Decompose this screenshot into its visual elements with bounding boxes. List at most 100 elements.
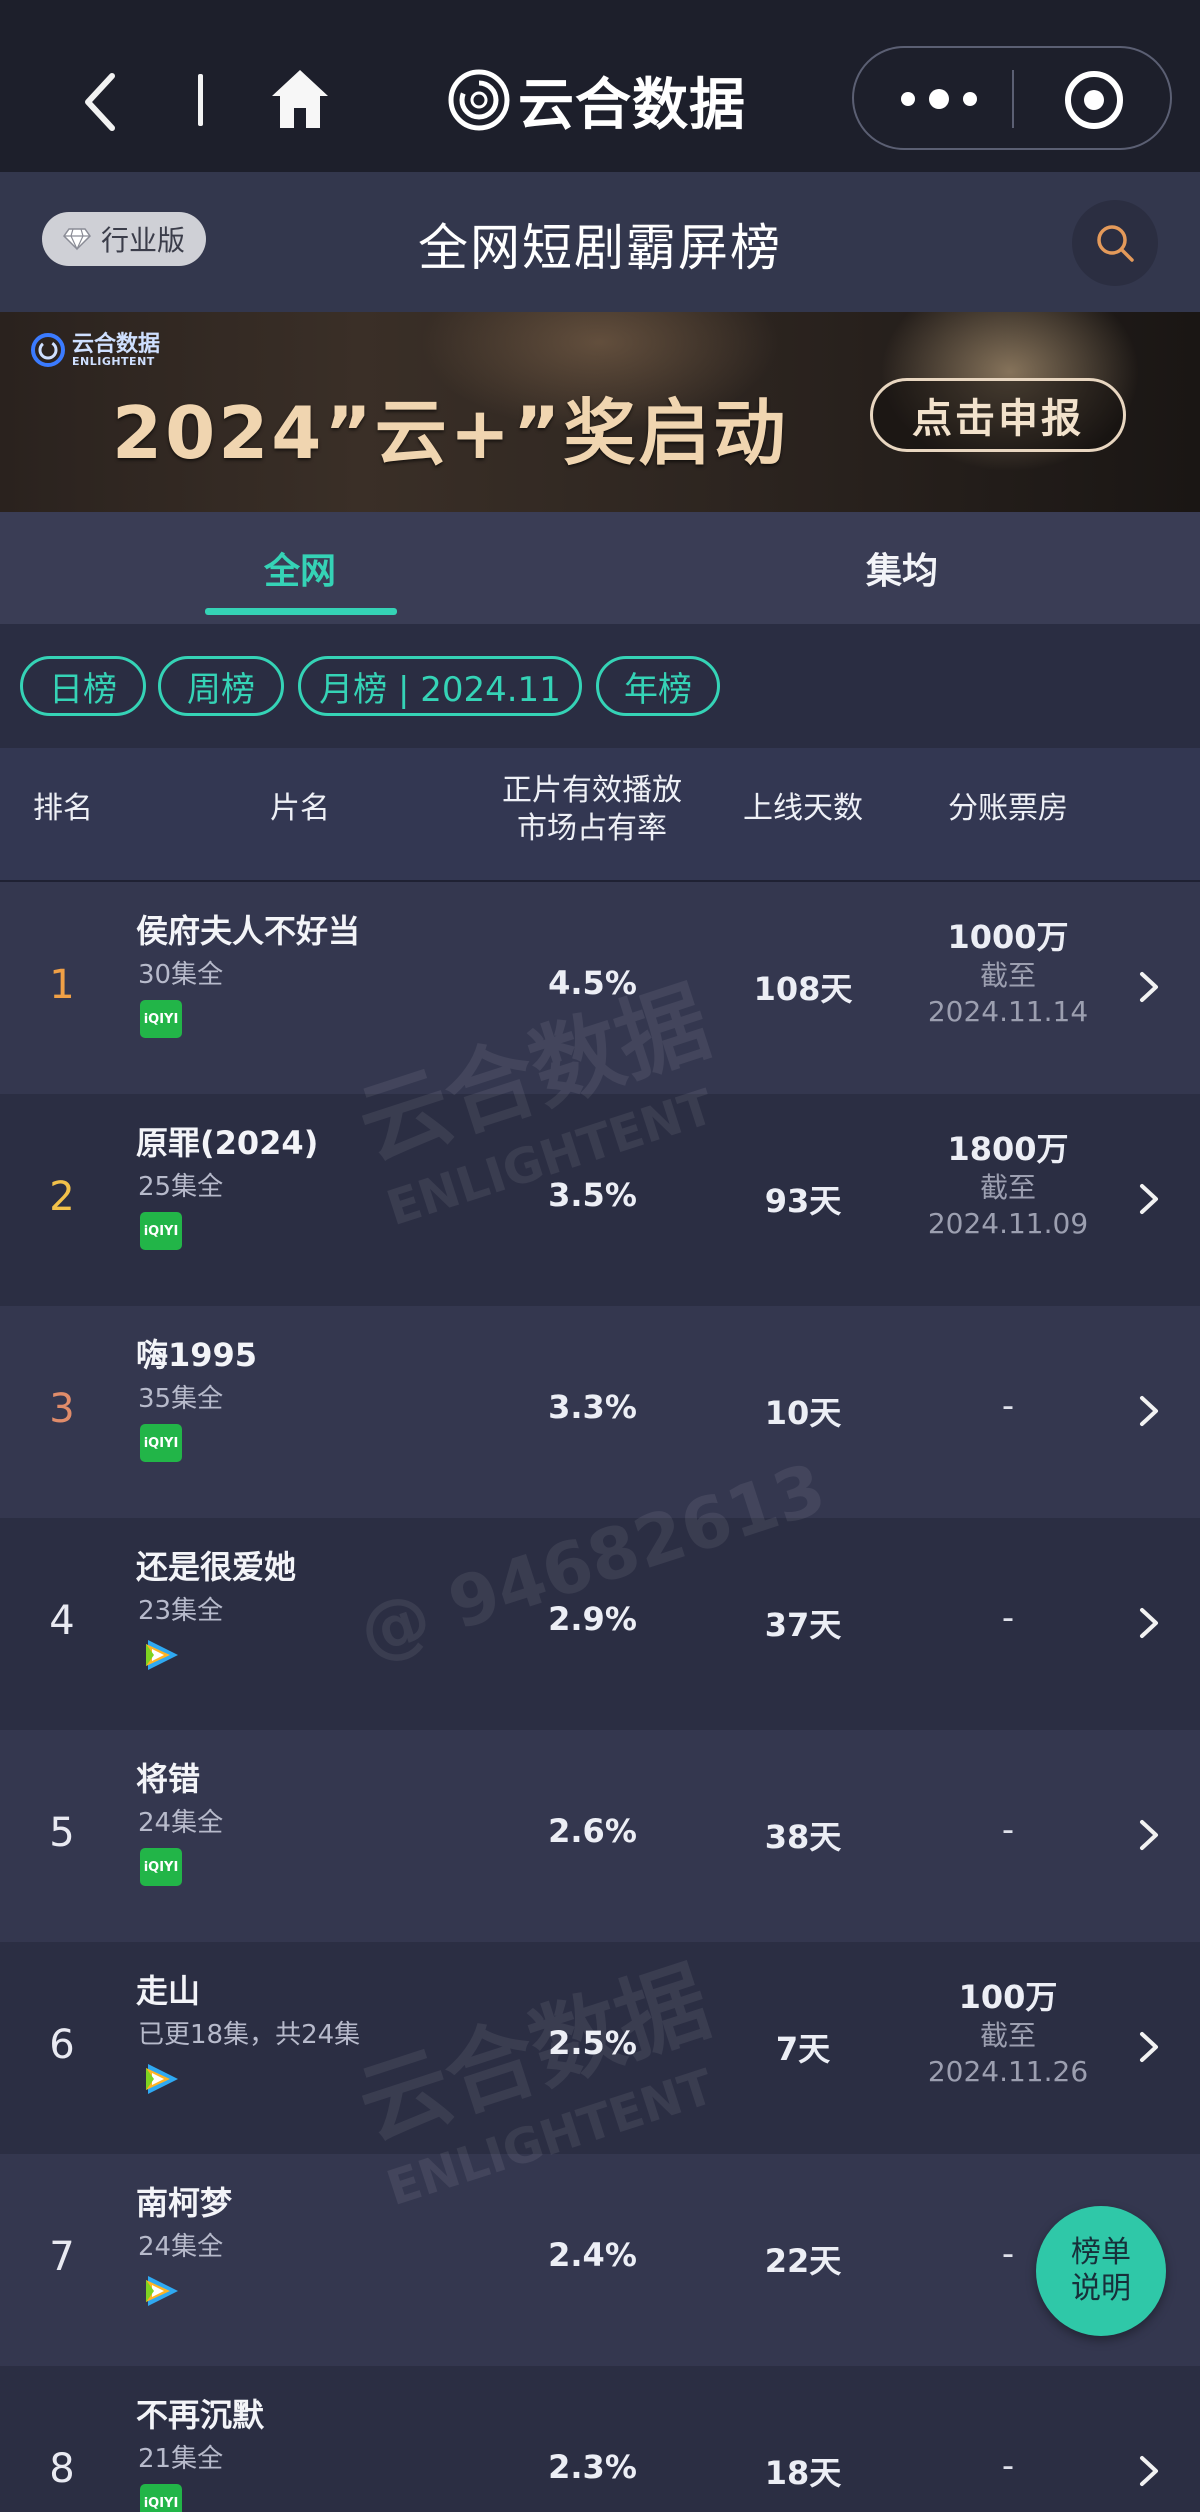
table-row[interactable]: 3 嗨1995 35集全 iQIYI 3.3% 10天 - bbox=[0, 1306, 1200, 1518]
brand: 云合数据 bbox=[448, 60, 746, 140]
ranking-tabs: 全网 集均 bbox=[0, 512, 1200, 624]
tab-all-network[interactable]: 全网 bbox=[264, 542, 336, 594]
apply-button[interactable]: 点击申报 bbox=[870, 378, 1126, 452]
episode-count: 24集全 bbox=[138, 1808, 224, 1838]
table-row[interactable]: 2 原罪(2024) 25集全 iQIYI 3.5% 93天 1800万 截至 … bbox=[0, 1094, 1200, 1306]
back-arrow-icon[interactable] bbox=[72, 62, 128, 142]
box-office-as-of: 截至 bbox=[979, 2019, 1036, 2052]
filter-yearly[interactable]: 年榜 bbox=[596, 656, 720, 716]
chevron-right-icon[interactable] bbox=[1136, 1810, 1162, 1860]
tencent-video-icon bbox=[146, 2276, 178, 2306]
rank-number: 4 bbox=[49, 1598, 75, 1644]
days-online: 18天 bbox=[764, 2454, 842, 2492]
ranking-explanation-button[interactable]: 榜单 说明 bbox=[1036, 2206, 1166, 2336]
drama-title: 走山 bbox=[136, 1972, 201, 2010]
period-filters: 日榜 周榜 月榜 | 2024.11 年榜 bbox=[0, 624, 1200, 748]
chevron-right-icon[interactable] bbox=[1136, 1598, 1162, 1648]
days-online: 10天 bbox=[764, 1394, 842, 1432]
box-office-date: 2024.11.09 bbox=[927, 1207, 1089, 1240]
chevron-right-icon[interactable] bbox=[1136, 2022, 1162, 2072]
rank-number: 5 bbox=[49, 1810, 75, 1856]
table-row[interactable]: 1 侯府夫人不好当 30集全 iQIYI 4.5% 108天 1000万 截至 … bbox=[0, 882, 1200, 1094]
mini-program-capsule bbox=[852, 46, 1172, 150]
fab-label-line1: 榜单 bbox=[1071, 2235, 1131, 2270]
table-row[interactable]: 8 不再沉默 21集全 iQIYI 2.3% 18天 - bbox=[0, 2366, 1200, 2512]
ranking-list: 1 侯府夫人不好当 30集全 iQIYI 4.5% 108天 1000万 截至 … bbox=[0, 882, 1200, 2512]
episode-count: 30集全 bbox=[138, 960, 224, 990]
box-office-value: 1000万 bbox=[947, 918, 1069, 956]
episode-count: 21集全 bbox=[138, 2444, 224, 2474]
iqiyi-icon: iQIYI bbox=[140, 1000, 182, 1038]
box-office-date: 2024.11.14 bbox=[927, 995, 1089, 1028]
box-office-value: 100万 bbox=[958, 1978, 1058, 2016]
brand-name: 云合数据 bbox=[518, 72, 746, 138]
box-office-as-of: 截至 bbox=[979, 1171, 1036, 1204]
iqiyi-icon: iQIYI bbox=[140, 1424, 182, 1462]
chevron-right-icon[interactable] bbox=[1136, 962, 1162, 1012]
chevron-right-icon[interactable] bbox=[1136, 2446, 1162, 2496]
tab-per-episode-average[interactable]: 集均 bbox=[866, 542, 938, 594]
episode-count: 25集全 bbox=[138, 1172, 224, 1202]
active-tab-indicator bbox=[205, 608, 397, 615]
market-share: 3.3% bbox=[548, 1388, 637, 1426]
close-miniprogram-icon[interactable] bbox=[1062, 68, 1126, 132]
table-row[interactable]: 6 走山 已更18集，共24集 2.5% 7天 100万 截至 2024.11.… bbox=[0, 1942, 1200, 2154]
filter-daily[interactable]: 日榜 bbox=[20, 656, 146, 716]
market-share: 2.6% bbox=[548, 1812, 637, 1850]
days-online: 93天 bbox=[764, 1182, 842, 1220]
table-row[interactable]: 5 将错 24集全 iQIYI 2.6% 38天 - bbox=[0, 1730, 1200, 1942]
table-row[interactable]: 4 还是很爱她 23集全 2.9% 37天 - bbox=[0, 1518, 1200, 1730]
rank-number: 8 bbox=[49, 2446, 75, 2492]
drama-title: 南柯梦 bbox=[136, 2184, 233, 2222]
filter-monthly[interactable]: 月榜 | 2024.11 bbox=[298, 656, 582, 716]
drama-title: 不再沉默 bbox=[136, 2396, 265, 2434]
rank-number: 7 bbox=[49, 2234, 75, 2280]
fab-label-line2: 说明 bbox=[1071, 2271, 1131, 2306]
days-online: 22天 bbox=[764, 2242, 842, 2280]
table-row[interactable]: 7 南柯梦 24集全 2.4% 22天 - bbox=[0, 2154, 1200, 2366]
chevron-right-icon[interactable] bbox=[1136, 1174, 1162, 1224]
column-header-title: 片名 bbox=[270, 791, 330, 826]
filter-weekly[interactable]: 周榜 bbox=[158, 656, 284, 716]
rank-number: 6 bbox=[49, 2022, 75, 2068]
box-office-value: - bbox=[1001, 2446, 1015, 2486]
days-online: 7天 bbox=[775, 2030, 831, 2068]
banner-logo-en: ENLIGHTENT bbox=[72, 354, 155, 368]
more-options-icon[interactable] bbox=[894, 74, 984, 124]
box-office-value: - bbox=[1001, 1810, 1015, 1850]
search-icon bbox=[1097, 225, 1134, 262]
days-online: 108天 bbox=[753, 970, 853, 1008]
box-office-value: - bbox=[1001, 1598, 1015, 1638]
page-header: 行业版 全网短剧霸屏榜 bbox=[0, 172, 1200, 312]
iqiyi-icon: iQIYI bbox=[140, 2484, 182, 2512]
drama-title: 嗨1995 bbox=[136, 1336, 258, 1374]
tencent-video-icon bbox=[146, 2064, 178, 2094]
home-icon[interactable] bbox=[268, 66, 332, 132]
market-share: 2.9% bbox=[548, 1600, 637, 1638]
market-share: 3.5% bbox=[548, 1176, 637, 1214]
chevron-right-icon[interactable] bbox=[1136, 1386, 1162, 1436]
column-header-market-share: 正片有效播放 市场占有率 bbox=[482, 772, 702, 848]
tencent-video-icon bbox=[146, 1640, 178, 1670]
rank-number: 3 bbox=[49, 1386, 75, 1432]
market-share: 4.5% bbox=[548, 964, 637, 1002]
iqiyi-icon: iQIYI bbox=[140, 1212, 182, 1250]
column-header-days-online: 上线天数 bbox=[743, 791, 863, 826]
award-banner[interactable]: 云合数据 ENLIGHTENT 2024”云+”奖启动 点击申报 bbox=[0, 312, 1200, 512]
market-share: 2.3% bbox=[548, 2448, 637, 2486]
market-share: 2.4% bbox=[548, 2236, 637, 2274]
search-button[interactable] bbox=[1072, 200, 1158, 286]
days-online: 37天 bbox=[764, 1606, 842, 1644]
episode-count: 24集全 bbox=[138, 2232, 224, 2262]
iqiyi-icon: iQIYI bbox=[140, 1848, 182, 1886]
days-online: 38天 bbox=[764, 1818, 842, 1856]
drama-title: 侯府夫人不好当 bbox=[136, 912, 361, 950]
box-office: 1000万 截至 2024.11.14 bbox=[910, 912, 1106, 1030]
brand-logo-icon bbox=[448, 69, 510, 131]
nav-divider bbox=[198, 74, 203, 126]
drama-title: 将错 bbox=[136, 1760, 201, 1798]
banner-logo: 云合数据 ENLIGHTENT bbox=[30, 332, 160, 368]
rank-number: 1 bbox=[49, 962, 75, 1008]
table-header: 排名 片名 正片有效播放 市场占有率 上线天数 分账票房 bbox=[0, 748, 1200, 882]
drama-title: 原罪(2024) bbox=[136, 1124, 319, 1162]
